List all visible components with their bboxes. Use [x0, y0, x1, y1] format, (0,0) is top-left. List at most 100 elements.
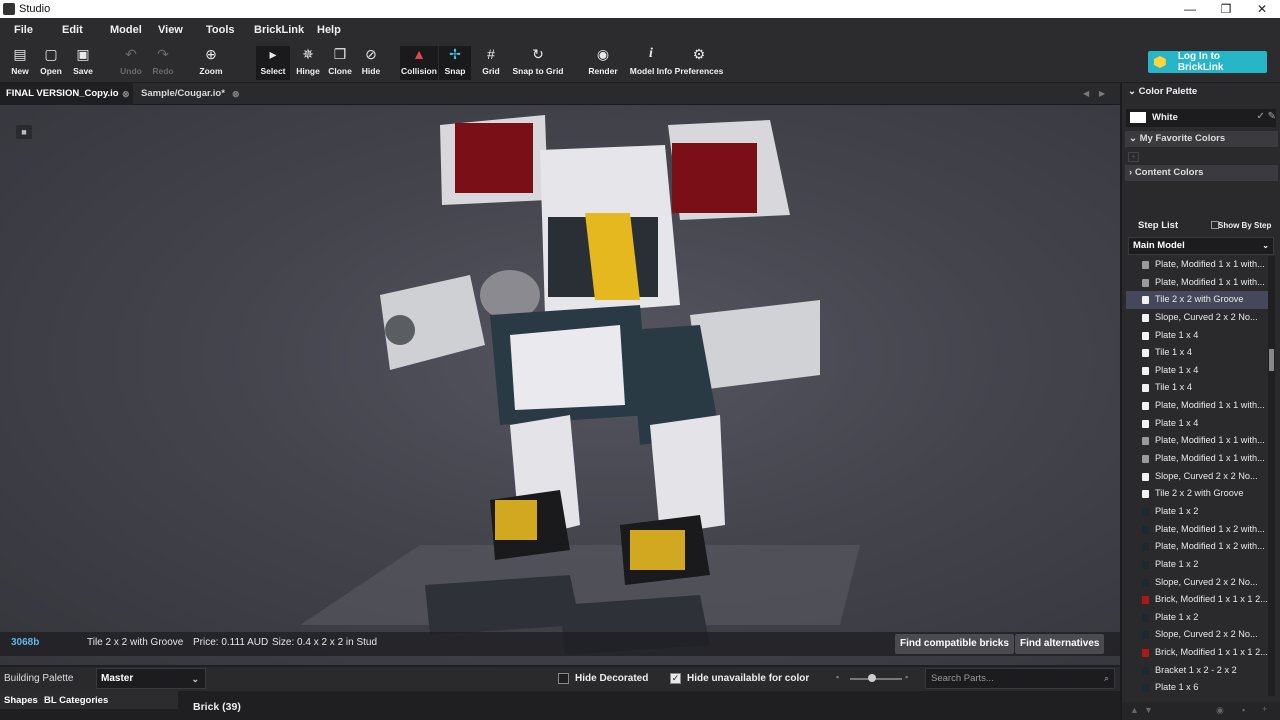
tab-scroll-right-icon[interactable]: ▶ — [1099, 83, 1105, 105]
snap-toggle[interactable]: ✢ Snap — [439, 46, 471, 80]
color-palette-header[interactable]: ⌄ Color Palette — [1122, 83, 1278, 101]
step-list-item[interactable]: Plate, Modified 1 x 1 with... — [1126, 397, 1272, 415]
step-list-item[interactable]: Plate 1 x 4 — [1126, 327, 1272, 345]
visibility-icon[interactable]: ◉ — [1216, 705, 1224, 716]
save-button[interactable]: ▣ Save — [63, 46, 103, 80]
step-item-label: Brick, Modified 1 x 1 x 1 2... — [1155, 594, 1268, 605]
step-list-item[interactable]: Plate 1 x 4 — [1126, 362, 1272, 380]
step-list-item[interactable]: Tile 1 x 4 — [1126, 379, 1272, 397]
search-icon[interactable]: ⌕ — [1104, 669, 1109, 688]
menu-edit[interactable]: Edit — [48, 24, 96, 36]
3d-viewport[interactable]: ■ — [0, 105, 1120, 665]
main-toolbar: ▤ New ▢ Open ▣ Save ↶ Undo ↷ Redo ⊕ Zoom ▸ Sele… — [0, 42, 1280, 82]
step-item-label: Slope, Curved 2 x 2 No... — [1155, 470, 1258, 481]
add-step-icon[interactable]: + — [1262, 704, 1267, 714]
maximize-button[interactable]: ❒ — [1208, 0, 1244, 18]
step-list-item[interactable]: Slope, Curved 2 x 2 No... — [1126, 626, 1272, 644]
scrollbar-thumb[interactable] — [1269, 349, 1274, 371]
step-list-item[interactable]: Plate 1 x 2 — [1126, 556, 1272, 574]
close-button[interactable]: ✕ — [1244, 0, 1280, 18]
search-parts-input[interactable]: Search Parts... ⌕ — [925, 668, 1115, 689]
step-list-item[interactable]: Tile 1 x 4 — [1126, 344, 1272, 362]
content-colors-section[interactable]: › Content Colors — [1125, 165, 1278, 181]
step-list-item[interactable]: Plate, Modified 1 x 1 with... — [1126, 450, 1272, 468]
paint-brush-icon[interactable]: ✎ — [1268, 111, 1276, 122]
tab-scroll-left-icon[interactable]: ◀ — [1083, 83, 1089, 105]
slider-knob[interactable] — [868, 674, 876, 682]
find-alternatives-button[interactable]: Find alternatives — [1015, 634, 1105, 654]
render-button[interactable]: ◉ Render — [583, 46, 623, 80]
step-list-item[interactable]: Plate, Modified 1 x 2 with... — [1126, 538, 1272, 556]
step-list-item[interactable]: Slope, Curved 2 x 2 No... — [1126, 309, 1272, 327]
step-list-item[interactable]: Plate, Modified 1 x 1 with... — [1126, 432, 1272, 450]
step-item-label: Plate 1 x 4 — [1155, 417, 1199, 428]
redo-button[interactable]: ↷ Redo — [143, 46, 183, 80]
palette-size-slider[interactable] — [850, 674, 902, 682]
step-list-item[interactable]: Slope, Curved 2 x 2 No... — [1126, 468, 1272, 486]
bricklink-logo-icon — [1154, 56, 1166, 68]
step-list-item[interactable]: Bracket 1 x 2 - 2 x 2 — [1126, 662, 1272, 680]
model-info-button[interactable]: i Model Info — [630, 46, 673, 80]
step-list-item[interactable]: Brick, Modified 1 x 1 x 1 2... — [1126, 591, 1272, 609]
delete-icon[interactable]: ▪ — [1242, 705, 1245, 715]
step-list-item[interactable]: Tile 2 x 2 with Groove — [1126, 485, 1272, 503]
step-item-label: Tile 1 x 4 — [1155, 382, 1192, 393]
zoom-icon: ⊕ — [205, 46, 217, 62]
step-list-item[interactable]: Plate, Modified 1 x 2 with... — [1126, 521, 1272, 539]
eyedropper-icon[interactable]: ✓ — [1256, 111, 1264, 122]
brick-color-icon — [1142, 313, 1149, 322]
menu-file[interactable]: File — [0, 24, 48, 36]
menu-help[interactable]: Help — [303, 24, 351, 36]
tab-cougar[interactable]: Sample/Cougar.io* ⊗ — [135, 83, 245, 105]
step-list-item[interactable]: Plate 1 x 6 — [1126, 679, 1272, 696]
step-list-item[interactable]: Plate 1 x 4 — [1126, 415, 1272, 433]
step-list-item[interactable]: Brick, Modified 1 x 1 x 1 2... — [1126, 644, 1272, 662]
step-list-item[interactable]: Plate, Modified 1 x 1 with... — [1126, 256, 1272, 274]
menu-model[interactable]: Model — [96, 24, 144, 36]
expand-icon[interactable]: ▼ — [1144, 705, 1153, 715]
step-list-item[interactable]: Slope, Curved 2 x 2 No... — [1126, 574, 1272, 592]
hinge-icon: ✵ — [302, 46, 314, 62]
select-tool-button[interactable]: ▸ Select — [256, 46, 290, 80]
favorite-colors-section[interactable]: ⌄ My Favorite Colors — [1125, 131, 1278, 147]
step-item-label: Plate 1 x 2 — [1155, 611, 1199, 622]
palette-select[interactable]: Master ⌄ — [96, 668, 206, 689]
preferences-button[interactable]: ⚙ Preferences — [675, 46, 724, 80]
add-favorite-color-button[interactable]: + — [1128, 152, 1139, 162]
hide-unavailable-label: Hide unavailable for color — [687, 673, 810, 684]
step-list-item[interactable]: Plate, Modified 1 x 1 with... — [1126, 274, 1272, 292]
collapse-icon[interactable]: ▲ — [1130, 705, 1139, 715]
palette-tabs: Shapes BL Categories — [0, 691, 178, 709]
find-compatible-bricks-button[interactable]: Find compatible bricks — [895, 634, 1014, 654]
brick-color-icon — [1142, 649, 1149, 658]
tab-bl-categories[interactable]: BL Categories — [44, 695, 108, 706]
step-list-item[interactable]: Plate 1 x 2 — [1126, 503, 1272, 521]
menu-bricklink[interactable]: BrickLink — [240, 24, 304, 36]
trash-icon[interactable]: ▪ — [905, 672, 908, 682]
collision-toggle[interactable]: ▲ Collision — [400, 46, 438, 80]
step-list-scrollbar[interactable] — [1268, 256, 1275, 696]
close-tab-icon[interactable]: ⊗ — [122, 83, 130, 105]
hide-unavailable-checkbox[interactable]: ✓ — [670, 673, 681, 684]
grid-button[interactable]: # Grid — [471, 46, 511, 80]
mech-model-render[interactable] — [0, 105, 1120, 665]
step-list-item[interactable]: Plate 1 x 2 — [1126, 609, 1272, 627]
hide-decorated-checkbox[interactable] — [558, 673, 569, 684]
brick-category-header[interactable]: Brick (39) — [193, 701, 241, 713]
step-item-label: Slope, Curved 2 x 2 No... — [1155, 311, 1258, 322]
snap-to-grid-button[interactable]: ↻ Snap to Grid — [512, 46, 564, 80]
current-color-row[interactable]: White ✓ ✎ — [1126, 109, 1276, 127]
zoom-button[interactable]: ⊕ Zoom — [191, 46, 231, 80]
hide-tool-button[interactable]: ⊘ Hide — [351, 46, 391, 80]
chevron-down-icon: ⌄ — [191, 674, 199, 684]
tab-shapes[interactable]: Shapes — [4, 695, 38, 706]
minimize-button[interactable]: — — [1172, 0, 1208, 18]
menu-tools[interactable]: Tools — [192, 24, 240, 36]
close-tab-icon[interactable]: ⊗ — [232, 83, 240, 105]
step-item-label: Slope, Curved 2 x 2 No... — [1155, 576, 1258, 587]
tab-final-version[interactable]: FINAL VERSION_Copy.io ⊗ — [0, 83, 133, 105]
step-list-item[interactable]: Tile 2 x 2 with Groove — [1126, 291, 1272, 309]
model-select[interactable]: Main Model ⌄ — [1128, 237, 1274, 255]
login-bricklink-button[interactable]: Log In to BrickLink — [1148, 51, 1267, 73]
menu-view[interactable]: View — [144, 24, 192, 36]
